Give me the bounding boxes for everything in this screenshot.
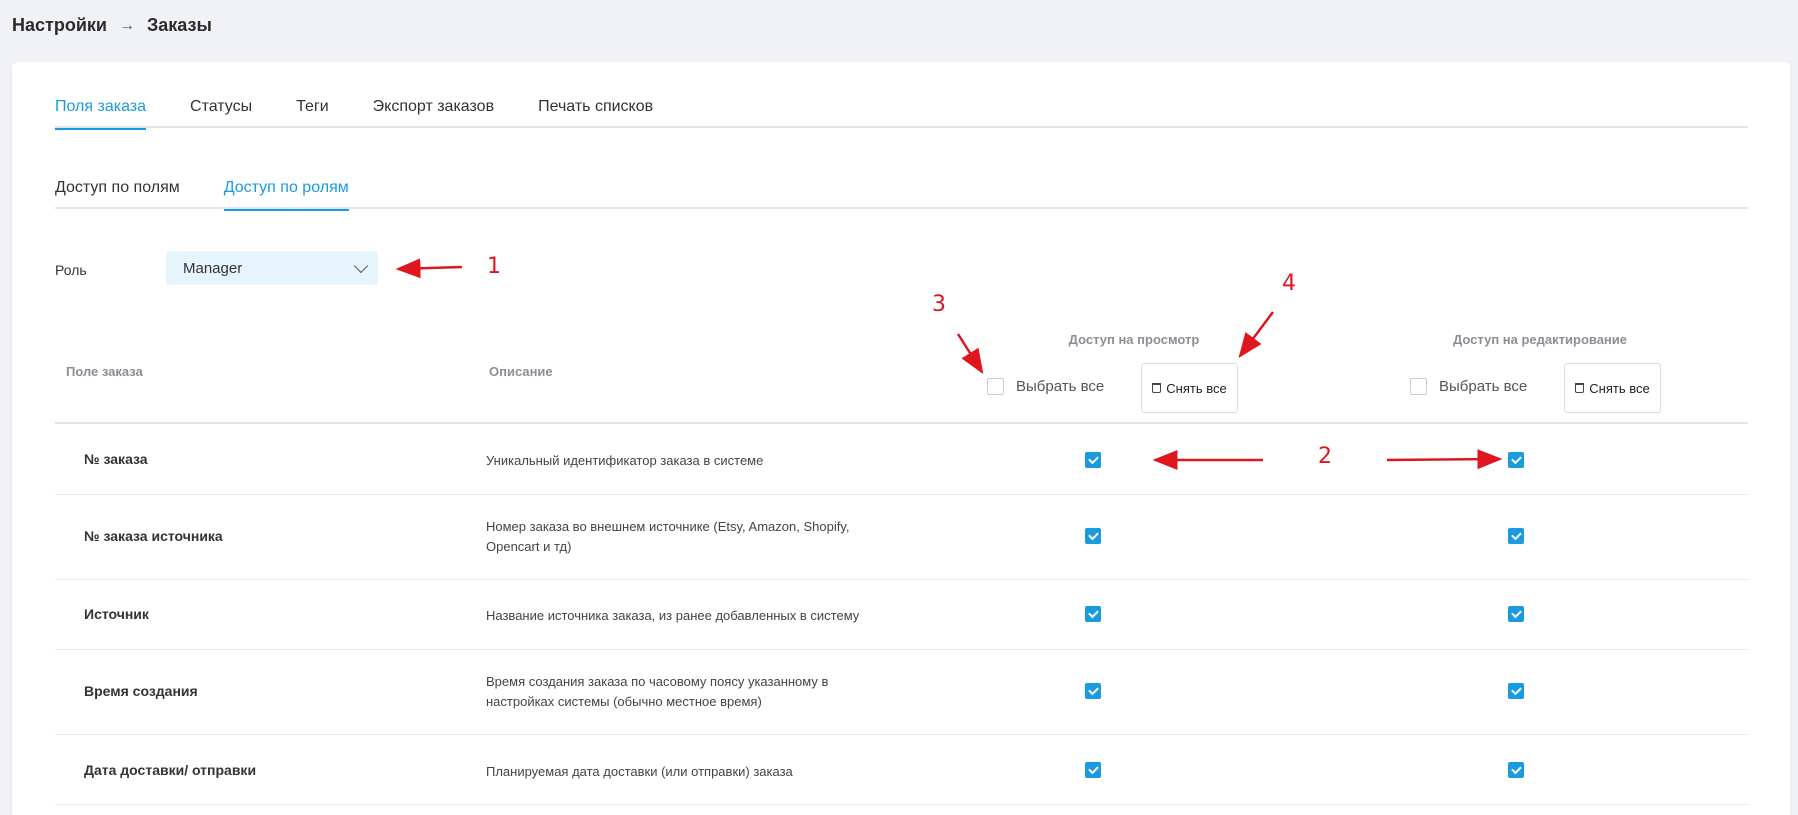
row-field-description: Планируемая дата доставки (или отправки)… — [486, 764, 793, 779]
view-select-all-checkbox[interactable] — [987, 378, 1004, 395]
view-clear-all-label: Снять все — [1166, 380, 1227, 396]
table-row: Дата доставки/ отправки Планируемая дата… — [55, 735, 1748, 805]
trash-icon — [1575, 383, 1585, 393]
edit-select-all[interactable]: Выбрать все — [1410, 378, 1527, 395]
annotation-number-1: 1 — [487, 254, 501, 279]
role-select[interactable]: Manager — [166, 251, 378, 285]
table-row: Время создания Время создания заказа по … — [55, 650, 1748, 735]
role-select-value: Manager — [183, 259, 243, 277]
row-field-description: Номер заказа во внешнем источнике (Etsy,… — [486, 519, 850, 554]
row-field-name: Дата доставки/ отправки — [84, 762, 257, 778]
view-access-title: Доступ на просмотр — [1068, 332, 1200, 347]
row-field-description: Название источника заказа, из ранее доба… — [486, 608, 860, 623]
edit-access-checkbox[interactable] — [1508, 683, 1524, 699]
table-row: Источник Название источника заказа, из р… — [55, 580, 1748, 650]
row-field-name: № заказа — [84, 451, 148, 467]
view-access-checkbox[interactable] — [1085, 683, 1101, 699]
col-header-field: Поле заказа — [66, 364, 143, 379]
view-select-all-label: Выбрать все — [1016, 378, 1105, 395]
subtab-role-access[interactable]: Доступ по ролям — [223, 177, 349, 211]
view-clear-all-button[interactable]: Снять все — [1141, 363, 1238, 413]
edit-access-checkbox[interactable] — [1508, 606, 1524, 622]
col-header-description: Описание — [489, 364, 553, 379]
tab-order-fields[interactable]: Поля заказа — [55, 96, 147, 130]
breadcrumb-current: Заказы — [146, 15, 212, 35]
edit-access-title: Доступ на редактирование — [1452, 332, 1628, 347]
role-label: Роль — [55, 262, 87, 278]
main-tabs: Поля заказа Статусы Теги Экспорт заказов… — [55, 96, 1748, 130]
view-select-all[interactable]: Выбрать все — [987, 378, 1104, 395]
table-row: № заказа источника Номер заказа во внешн… — [55, 495, 1748, 580]
tab-statuses[interactable]: Статусы — [190, 96, 252, 128]
edit-select-all-checkbox[interactable] — [1410, 378, 1427, 395]
table-row: № заказа Уникальный идентификатор заказа… — [55, 424, 1748, 495]
view-access-checkbox[interactable] — [1085, 606, 1101, 622]
subtab-field-access[interactable]: Доступ по полям — [55, 177, 180, 209]
tab-order-export[interactable]: Экспорт заказов — [373, 96, 494, 128]
access-subtabs: Доступ по полям Доступ по ролям — [55, 177, 1748, 211]
edit-access-checkbox[interactable] — [1508, 452, 1524, 468]
edit-access-checkbox[interactable] — [1508, 762, 1524, 778]
edit-clear-all-label: Снять все — [1589, 380, 1650, 396]
row-field-description: Уникальный идентификатор заказа в систем… — [486, 453, 764, 468]
chevron-down-icon — [353, 258, 369, 273]
view-access-checkbox[interactable] — [1085, 762, 1101, 778]
row-field-description: Время создания заказа по часовому поясу … — [486, 674, 829, 709]
annotation-number-3: 3 — [932, 292, 946, 317]
tab-print-lists[interactable]: Печать списков — [538, 96, 653, 128]
row-field-name: Время создания — [84, 683, 198, 699]
breadcrumb-arrow-icon: → — [118, 16, 135, 34]
row-field-name: № заказа источника — [84, 528, 223, 544]
breadcrumb: Настройки → Заказы — [12, 15, 212, 36]
annotation-number-2: 2 — [1318, 444, 1332, 469]
edit-clear-all-button[interactable]: Снять все — [1564, 363, 1661, 413]
row-field-name: Источник — [84, 606, 149, 622]
settings-card: Поля заказа Статусы Теги Экспорт заказов… — [12, 62, 1790, 815]
view-access-checkbox[interactable] — [1085, 528, 1101, 544]
tab-tags[interactable]: Теги — [296, 96, 329, 128]
annotation-number-4: 4 — [1282, 271, 1296, 296]
breadcrumb-root[interactable]: Настройки — [12, 15, 107, 36]
edit-select-all-label: Выбрать все — [1439, 378, 1528, 395]
edit-access-checkbox[interactable] — [1508, 528, 1524, 544]
view-access-checkbox[interactable] — [1085, 452, 1101, 468]
trash-icon — [1152, 383, 1162, 393]
